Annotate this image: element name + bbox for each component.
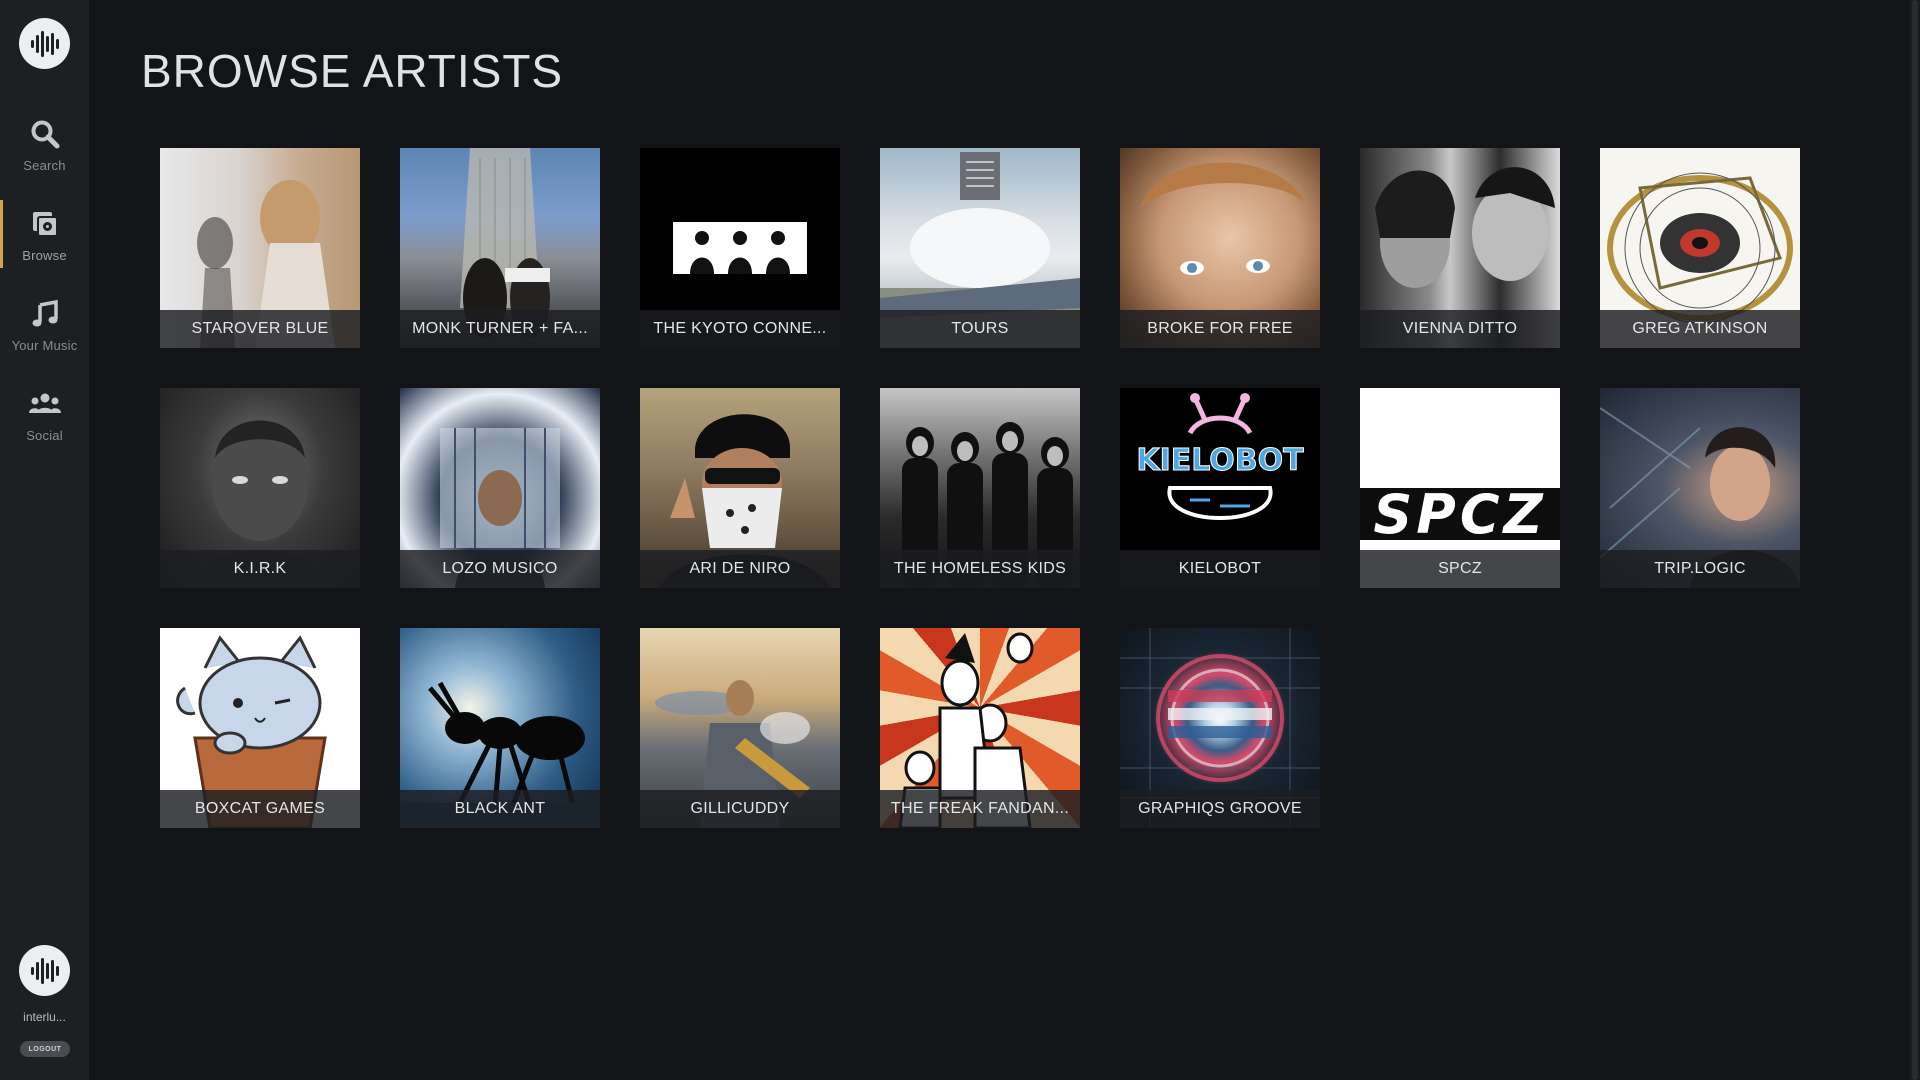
artist-card[interactable]: GREG ATKINSON <box>1600 148 1800 348</box>
artist-card[interactable]: THE KYOTO CONNE... <box>640 148 840 348</box>
artist-name: GRAPHIQS GROOVE <box>1120 790 1320 828</box>
scrollbar[interactable] <box>1910 0 1920 1080</box>
artist-card[interactable]: STAROVER BLUE <box>160 148 360 348</box>
kielobot-logo-text: KIELOBOT <box>1136 443 1304 478</box>
sidebar-item-social[interactable]: Social <box>0 374 89 458</box>
sidebar-item-label: Social <box>26 428 63 443</box>
logout-button[interactable]: LOGOUT <box>20 1041 70 1057</box>
page-title: BROWSE ARTISTS <box>141 45 564 97</box>
browse-icon <box>27 206 63 242</box>
people-icon <box>27 386 63 422</box>
artist-card[interactable]: SPCZ SPCZ <box>1360 388 1560 588</box>
app-root: Search Browse Your Music Social interlu.… <box>0 0 1920 1080</box>
music-note-icon <box>27 296 63 332</box>
artist-card[interactable]: LOZO MUSICO <box>400 388 600 588</box>
artist-card[interactable]: MONK TURNER + FA... <box>400 148 600 348</box>
artist-name: BROKE FOR FREE <box>1120 310 1320 348</box>
sidebar-item-your-music[interactable]: Your Music <box>0 284 89 368</box>
sidebar-item-browse[interactable]: Browse <box>0 194 89 278</box>
sidebar-item-search[interactable]: Search <box>0 104 89 188</box>
artist-card[interactable]: GRAPHIQS GROOVE <box>1120 628 1320 828</box>
artist-card[interactable]: KIELOBOT KIELOBOT <box>1120 388 1320 588</box>
artist-card[interactable]: ARI DE NIRO <box>640 388 840 588</box>
sidebar: Search Browse Your Music Social interlu.… <box>0 0 89 1080</box>
artist-card[interactable]: BOXCAT GAMES <box>160 628 360 828</box>
artist-name: VIENNA DITTO <box>1360 310 1560 348</box>
artist-name: THE KYOTO CONNE... <box>640 310 840 348</box>
waveform-icon <box>30 957 59 984</box>
artist-name: BLACK ANT <box>400 790 600 828</box>
artist-card[interactable]: K.I.R.K <box>160 388 360 588</box>
waveform-icon <box>30 30 59 57</box>
artist-name: THE HOMELESS KIDS <box>880 550 1080 588</box>
artist-card[interactable]: VIENNA DITTO <box>1360 148 1560 348</box>
artist-card[interactable]: THE HOMELESS KIDS <box>880 388 1080 588</box>
sidebar-item-label: Search <box>23 158 66 173</box>
artist-card[interactable]: BROKE FOR FREE <box>1120 148 1320 348</box>
artist-name: TRIP.LOGIC <box>1600 550 1800 588</box>
search-icon <box>27 116 63 152</box>
sidebar-item-label: Your Music <box>11 338 78 353</box>
scrollbar-thumb[interactable] <box>1912 0 1918 1080</box>
artist-name: MONK TURNER + FA... <box>400 310 600 348</box>
artist-name: ARI DE NIRO <box>640 550 840 588</box>
artist-name: K.I.R.K <box>160 550 360 588</box>
artist-card[interactable]: THE FREAK FANDAN... <box>880 628 1080 828</box>
artist-name: LOZO MUSICO <box>400 550 600 588</box>
artist-name: SPCZ <box>1360 550 1560 588</box>
artist-card[interactable]: BLACK ANT <box>400 628 600 828</box>
sidebar-item-label: Browse <box>22 248 67 263</box>
avatar[interactable] <box>19 945 70 996</box>
artist-card[interactable]: TRIP.LOGIC <box>1600 388 1800 588</box>
artist-name: GREG ATKINSON <box>1600 310 1800 348</box>
artist-name: STAROVER BLUE <box>160 310 360 348</box>
artist-grid: STAROVER BLUE MONK TURNER + FA... THE KY… <box>160 148 1800 828</box>
username: interlu... <box>23 1010 66 1024</box>
artist-name: THE FREAK FANDAN... <box>880 790 1080 828</box>
artist-card[interactable]: GILLICUDDY <box>640 628 840 828</box>
artist-name: BOXCAT GAMES <box>160 790 360 828</box>
main-content: BROWSE ARTISTS STAROVER BLUE MONK TURNER… <box>89 0 1910 1080</box>
app-logo[interactable] <box>19 18 70 69</box>
artist-name: GILLICUDDY <box>640 790 840 828</box>
spcz-logo-text: SPCZ <box>1373 483 1546 546</box>
artist-name: KIELOBOT <box>1120 550 1320 588</box>
artist-name: TOURS <box>880 310 1080 348</box>
artist-card[interactable]: TOURS <box>880 148 1080 348</box>
